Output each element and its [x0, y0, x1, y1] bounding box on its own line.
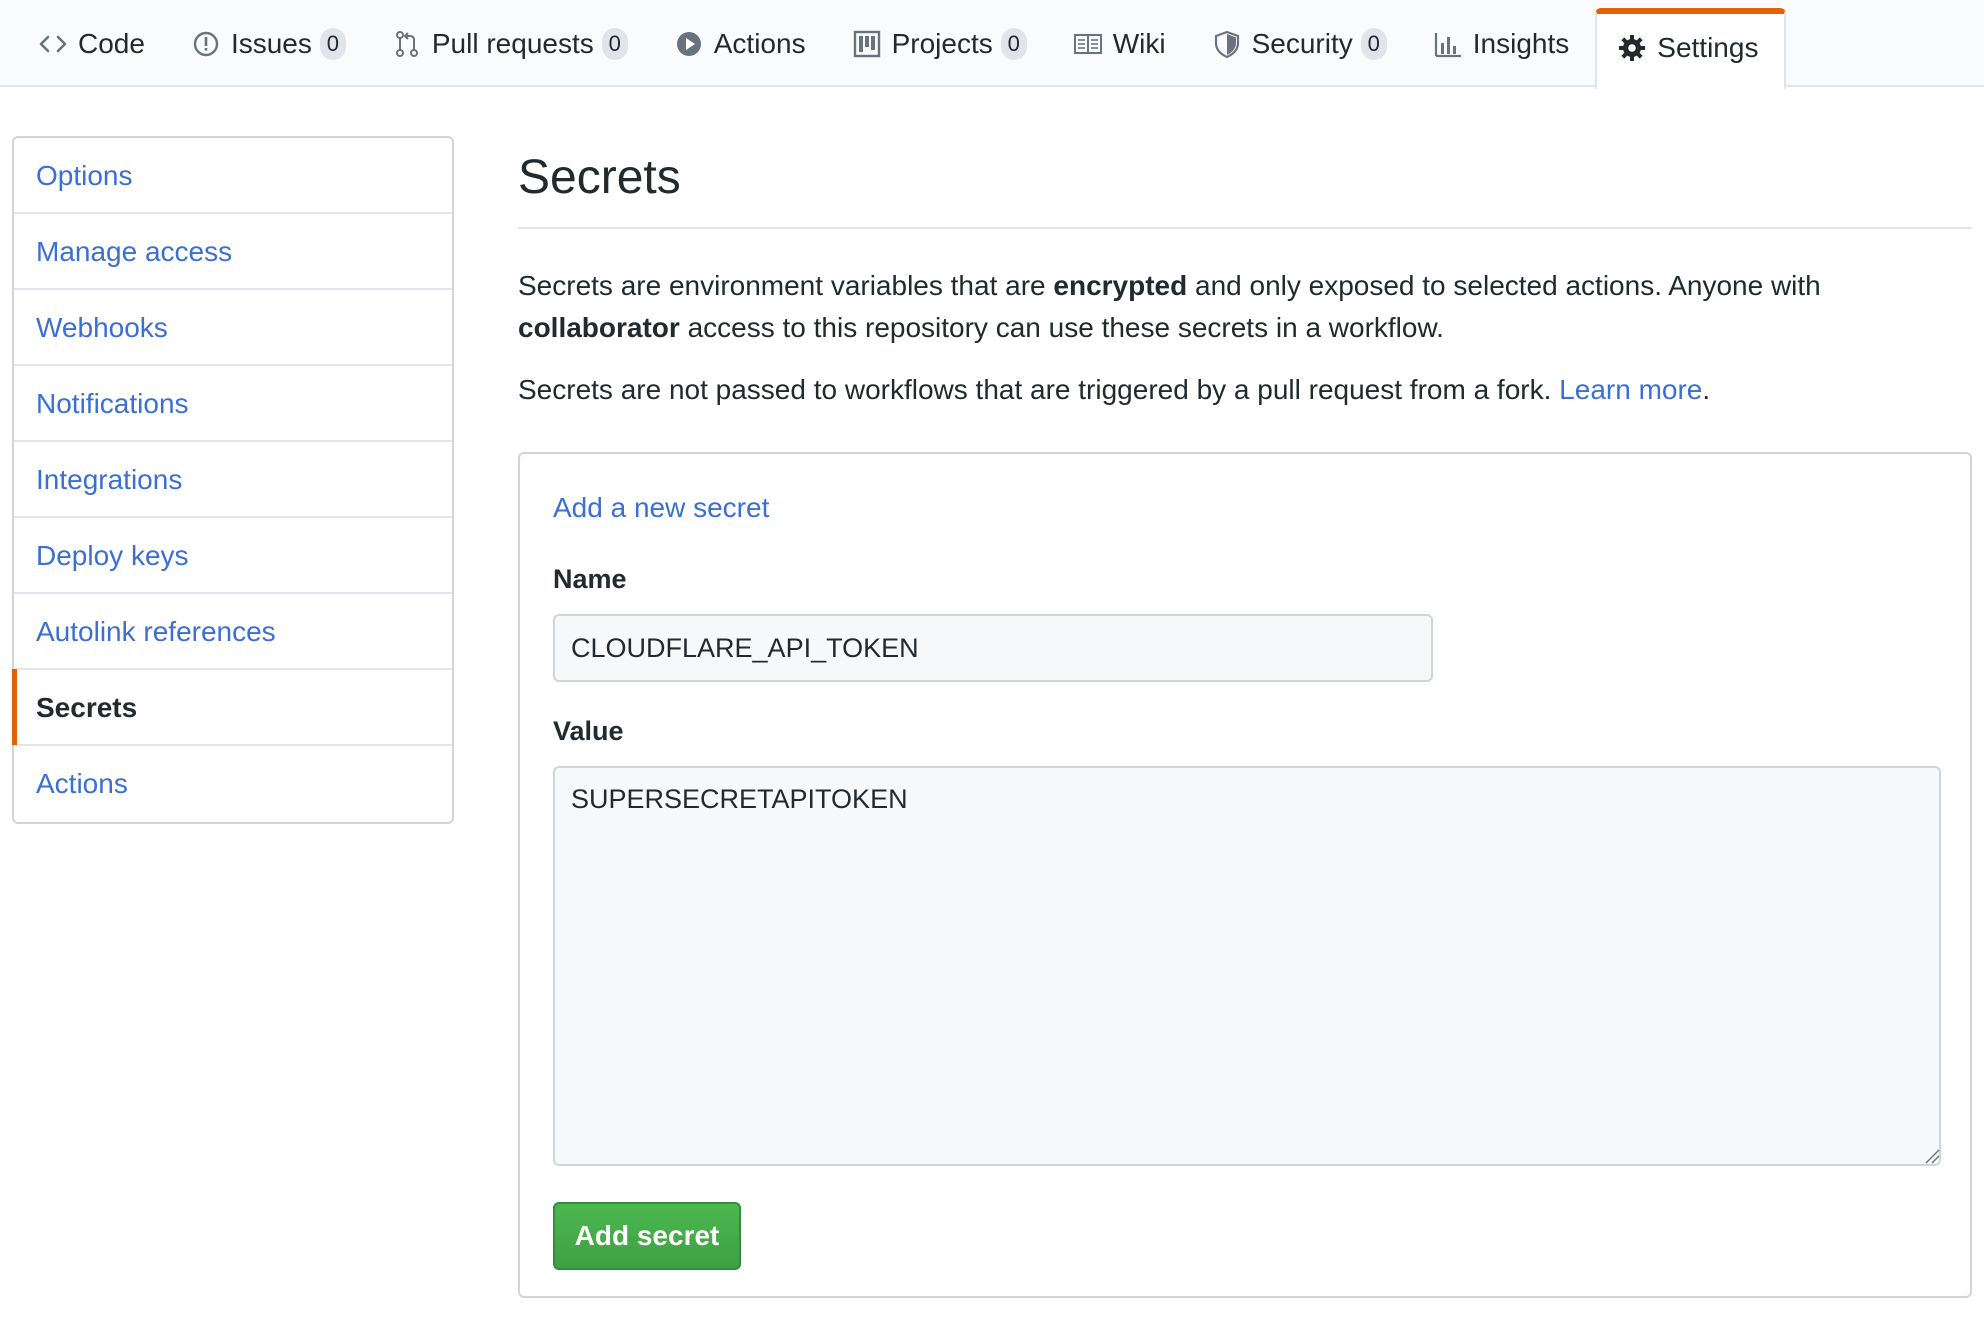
sidebar-item-webhooks[interactable]: Webhooks — [14, 290, 452, 366]
tab-label: Pull requests — [431, 27, 594, 59]
value-label: Value — [553, 716, 624, 746]
tab-label: Issues — [230, 27, 312, 59]
tab-settings[interactable]: Settings — [1595, 8, 1787, 89]
secret-name-input[interactable] — [553, 614, 1433, 682]
desc-bold-encrypted: encrypted — [1053, 270, 1188, 301]
issue-icon — [191, 29, 221, 59]
sidebar-item-deploy-keys[interactable]: Deploy keys — [14, 518, 452, 594]
settings-sidebar: Options Manage access Webhooks Notificat… — [12, 136, 454, 824]
tab-security[interactable]: Security 0 — [1192, 8, 1413, 87]
sidebar-item-autolink-references[interactable]: Autolink references — [14, 594, 452, 670]
pull-requests-counter: 0 — [601, 27, 628, 60]
tab-pull-requests[interactable]: Pull requests 0 — [372, 8, 654, 87]
book-icon — [1073, 29, 1103, 59]
project-icon — [852, 29, 882, 59]
resize-grip-icon[interactable] — [1922, 1146, 1940, 1164]
tab-insights[interactable]: Insights — [1413, 8, 1596, 87]
add-new-secret-link[interactable]: Add a new secret — [553, 492, 769, 524]
tab-wiki[interactable]: Wiki — [1053, 8, 1192, 87]
learn-more-link[interactable]: Learn more — [1559, 374, 1702, 405]
play-icon — [674, 29, 704, 59]
tab-actions[interactable]: Actions — [654, 8, 832, 87]
fork-note-end: . — [1702, 374, 1711, 405]
sidebar-item-actions[interactable]: Actions — [14, 746, 452, 822]
pull-request-icon — [392, 29, 422, 59]
code-icon — [38, 29, 68, 59]
gear-icon — [1617, 33, 1647, 63]
tab-label: Code — [78, 27, 145, 59]
add-secret-form: Add a new secret Name Value SUPERSECRETA… — [518, 452, 1972, 1298]
graph-icon — [1433, 29, 1463, 59]
projects-counter: 0 — [1000, 27, 1027, 60]
secrets-description: Secrets are environment variables that a… — [518, 265, 1972, 349]
tab-issues[interactable]: Issues 0 — [171, 8, 372, 87]
repo-tabs: Code Issues 0 Pull requests 0 Actions Pr… — [18, 8, 1787, 89]
tab-label: Security — [1251, 27, 1353, 59]
desc-text: access to this repository can use these … — [679, 312, 1444, 343]
sidebar-item-manage-access[interactable]: Manage access — [14, 214, 452, 290]
desc-bold-collaborator: collaborator — [518, 312, 680, 343]
secret-value-textarea[interactable]: SUPERSECRETAPITOKEN — [553, 766, 1941, 1166]
tab-code[interactable]: Code — [18, 8, 171, 87]
tab-label: Projects — [891, 27, 993, 59]
sidebar-item-notifications[interactable]: Notifications — [14, 366, 452, 442]
desc-text: and only exposed to selected actions. An… — [1187, 270, 1821, 301]
name-label: Name — [553, 564, 627, 594]
fork-note: Secrets are not passed to workflows that… — [518, 369, 1972, 411]
page-title: Secrets — [518, 150, 1972, 229]
tab-label: Insights — [1472, 27, 1570, 59]
sidebar-item-integrations[interactable]: Integrations — [14, 442, 452, 518]
tab-label: Wiki — [1112, 27, 1166, 59]
sidebar-item-secrets[interactable]: Secrets — [12, 669, 452, 746]
repo-nav-bar: Code Issues 0 Pull requests 0 Actions Pr… — [0, 0, 1984, 89]
secrets-main: Secrets Secrets are environment variable… — [518, 136, 1972, 1298]
issues-counter: 0 — [319, 27, 346, 60]
security-counter: 0 — [1360, 27, 1387, 60]
sidebar-item-options[interactable]: Options — [14, 138, 452, 214]
add-secret-button[interactable]: Add secret — [553, 1202, 741, 1270]
tab-label: Actions — [713, 27, 806, 59]
fork-note-text: Secrets are not passed to workflows that… — [518, 374, 1560, 405]
desc-text: Secrets are environment variables that a… — [518, 270, 1054, 301]
shield-icon — [1212, 29, 1242, 59]
tab-label: Settings — [1657, 31, 1759, 63]
tab-projects[interactable]: Projects 0 — [832, 8, 1053, 87]
